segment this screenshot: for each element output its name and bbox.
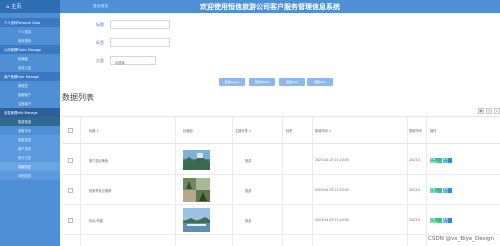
table-row[interactable]: 厦门游记美食 旅游 2023-04-03 21:20:05 2023-0 详情D… bbox=[62, 145, 500, 175]
table-row[interactable]: 张家界景点推荐 旅游 2023-04-03 21:20:05 2023-0 详情… bbox=[62, 175, 500, 205]
title-filter-input[interactable] bbox=[110, 20, 170, 29]
row-updated: 2023-0 bbox=[409, 158, 421, 162]
sidebar-item-travel-log[interactable]: 旅行日志 bbox=[0, 153, 60, 162]
row-created: 2023-04-03 21:20:05 bbox=[315, 218, 349, 222]
category-select[interactable]: 请选择 ⌄ bbox=[110, 56, 156, 65]
data-table: 标题 ⇕ 封面图 主题分类 ⇕ 标签 新增时间 ⇕ 更新时间 操作 厦门游记美食… bbox=[62, 116, 500, 246]
sidebar-item-profile[interactable]: 个人信息 bbox=[0, 27, 60, 36]
sidebar: ⌂ 主页 个人资料Personal Data 个人信息 修改密码 公司管理Pub… bbox=[0, 0, 60, 246]
list-title: 数据列表 bbox=[62, 93, 94, 102]
edit-button[interactable]: 编辑Edit bbox=[443, 188, 452, 194]
sidebar-item-notice[interactable]: 系统公告 bbox=[0, 63, 60, 72]
tag-filter-input[interactable] bbox=[110, 38, 170, 47]
row-title: 厦门游记美食 bbox=[89, 159, 109, 163]
row-category: 旅游 bbox=[245, 159, 252, 163]
cover-image[interactable] bbox=[183, 150, 210, 170]
row-created: 2023-04-03 21:20:05 bbox=[315, 158, 349, 162]
sidebar-group-public[interactable]: 公司管理Public Manage bbox=[0, 45, 60, 54]
sidebar-item-feedback[interactable]: 客户反馈 bbox=[0, 144, 60, 153]
sidebar-item-carousel[interactable]: 轮播图 bbox=[0, 54, 60, 63]
select-all-checkbox[interactable] bbox=[68, 128, 73, 133]
row-updated: 2023-0 bbox=[409, 188, 421, 192]
home-icon: ⌂ bbox=[6, 3, 10, 10]
sidebar-item-travel-info[interactable]: 旅游信息 bbox=[0, 117, 60, 126]
sidebar-group-user[interactable]: 用户管理User Manage bbox=[0, 72, 60, 81]
detail-button[interactable]: 详情Detail bbox=[430, 218, 442, 224]
row-category: 旅游 bbox=[245, 219, 252, 223]
header-category[interactable]: 主题分类 ⇕ bbox=[235, 128, 251, 133]
sidebar-item-admin[interactable]: 管理员 bbox=[0, 81, 60, 90]
edit-button[interactable]: 编辑Edit bbox=[443, 158, 452, 164]
detail-button[interactable]: 详情Detail bbox=[430, 188, 442, 194]
title-filter-label: 标题 bbox=[96, 22, 104, 27]
row-created: 2023-04-03 21:20:05 bbox=[315, 188, 349, 192]
sidebar-item-service-customer[interactable]: 客服客户 bbox=[0, 90, 60, 99]
cover-image[interactable] bbox=[183, 208, 210, 232]
detail-button[interactable]: 详情Detail bbox=[430, 158, 442, 164]
print-icon[interactable]: ⎙ bbox=[486, 108, 492, 114]
header-actions: 操作 bbox=[430, 129, 437, 133]
sidebar-item-registered[interactable]: 注册客户 bbox=[0, 99, 60, 108]
header-title[interactable]: 标题 ⇕ bbox=[89, 128, 99, 133]
sidebar-group-info[interactable]: 信息管理Info Manage bbox=[0, 108, 60, 117]
cover-image[interactable] bbox=[183, 178, 210, 202]
add-button[interactable]: 添加Add bbox=[279, 78, 305, 86]
category-filter-label: 分类 bbox=[96, 58, 104, 63]
tag-filter-label: 标签 bbox=[96, 40, 104, 45]
table-header: 标题 ⇕ 封面图 主题分类 ⇕ 标签 新增时间 ⇕ 更新时间 操作 bbox=[62, 116, 500, 144]
top-bar: 首页/首页 欢迎使用恒信旅游公司客户服务管理信息系统 bbox=[60, 0, 500, 13]
sidebar-item-service-info[interactable]: 客服信息 bbox=[0, 135, 60, 144]
row-title: 张家界景点推荐 bbox=[89, 189, 112, 193]
sidebar-item-other-reply[interactable]: 其他回复 bbox=[0, 171, 60, 180]
category-select-value: 请选择 bbox=[115, 60, 125, 65]
sidebar-group-personal[interactable]: 个人资料Personal Data bbox=[0, 18, 60, 27]
column-settings-icon[interactable]: ▦ bbox=[478, 108, 484, 114]
delete-button[interactable]: 删除Del bbox=[307, 78, 333, 86]
sidebar-home[interactable]: ⌂ 主页 bbox=[0, 0, 60, 13]
table-row[interactable]: 杭州/乌镇 旅游 2023-04-03 21:20:05 2023-0 详情De… bbox=[62, 205, 500, 235]
watermark: CSDN @vx_Biye_Design bbox=[428, 236, 494, 242]
sidebar-item-service-reply[interactable]: 客服回复 bbox=[0, 162, 60, 171]
sidebar-item-password[interactable]: 修改密码 bbox=[0, 36, 60, 45]
breadcrumb[interactable]: 首页/首页 bbox=[93, 4, 108, 9]
query-button[interactable]: 查询Query bbox=[219, 78, 245, 86]
row-updated: 2023-0 bbox=[409, 218, 421, 222]
chevron-down-icon: ⌄ bbox=[149, 59, 152, 64]
home-label: 主页 bbox=[11, 4, 22, 10]
header-updated[interactable]: 更新时间 bbox=[409, 128, 422, 133]
row-checkbox[interactable] bbox=[68, 218, 73, 223]
header-cover: 封面图 bbox=[183, 129, 193, 133]
row-title: 杭州/乌镇 bbox=[89, 219, 103, 223]
row-checkbox[interactable] bbox=[68, 188, 73, 193]
edit-button[interactable]: 编辑Edit bbox=[443, 218, 452, 224]
export-icon[interactable]: ⇩ bbox=[494, 108, 500, 114]
row-checkbox[interactable] bbox=[68, 158, 73, 163]
header-created[interactable]: 新增时间 ⇕ bbox=[315, 128, 331, 133]
reset-button[interactable]: 重置Reset bbox=[249, 78, 275, 86]
sidebar-item-comments[interactable]: 游客评论 bbox=[0, 126, 60, 135]
header-tag: 标签 bbox=[286, 129, 293, 133]
row-category: 旅游 bbox=[245, 189, 252, 193]
page-title: 欢迎使用恒信旅游公司客户服务管理信息系统 bbox=[200, 3, 340, 11]
